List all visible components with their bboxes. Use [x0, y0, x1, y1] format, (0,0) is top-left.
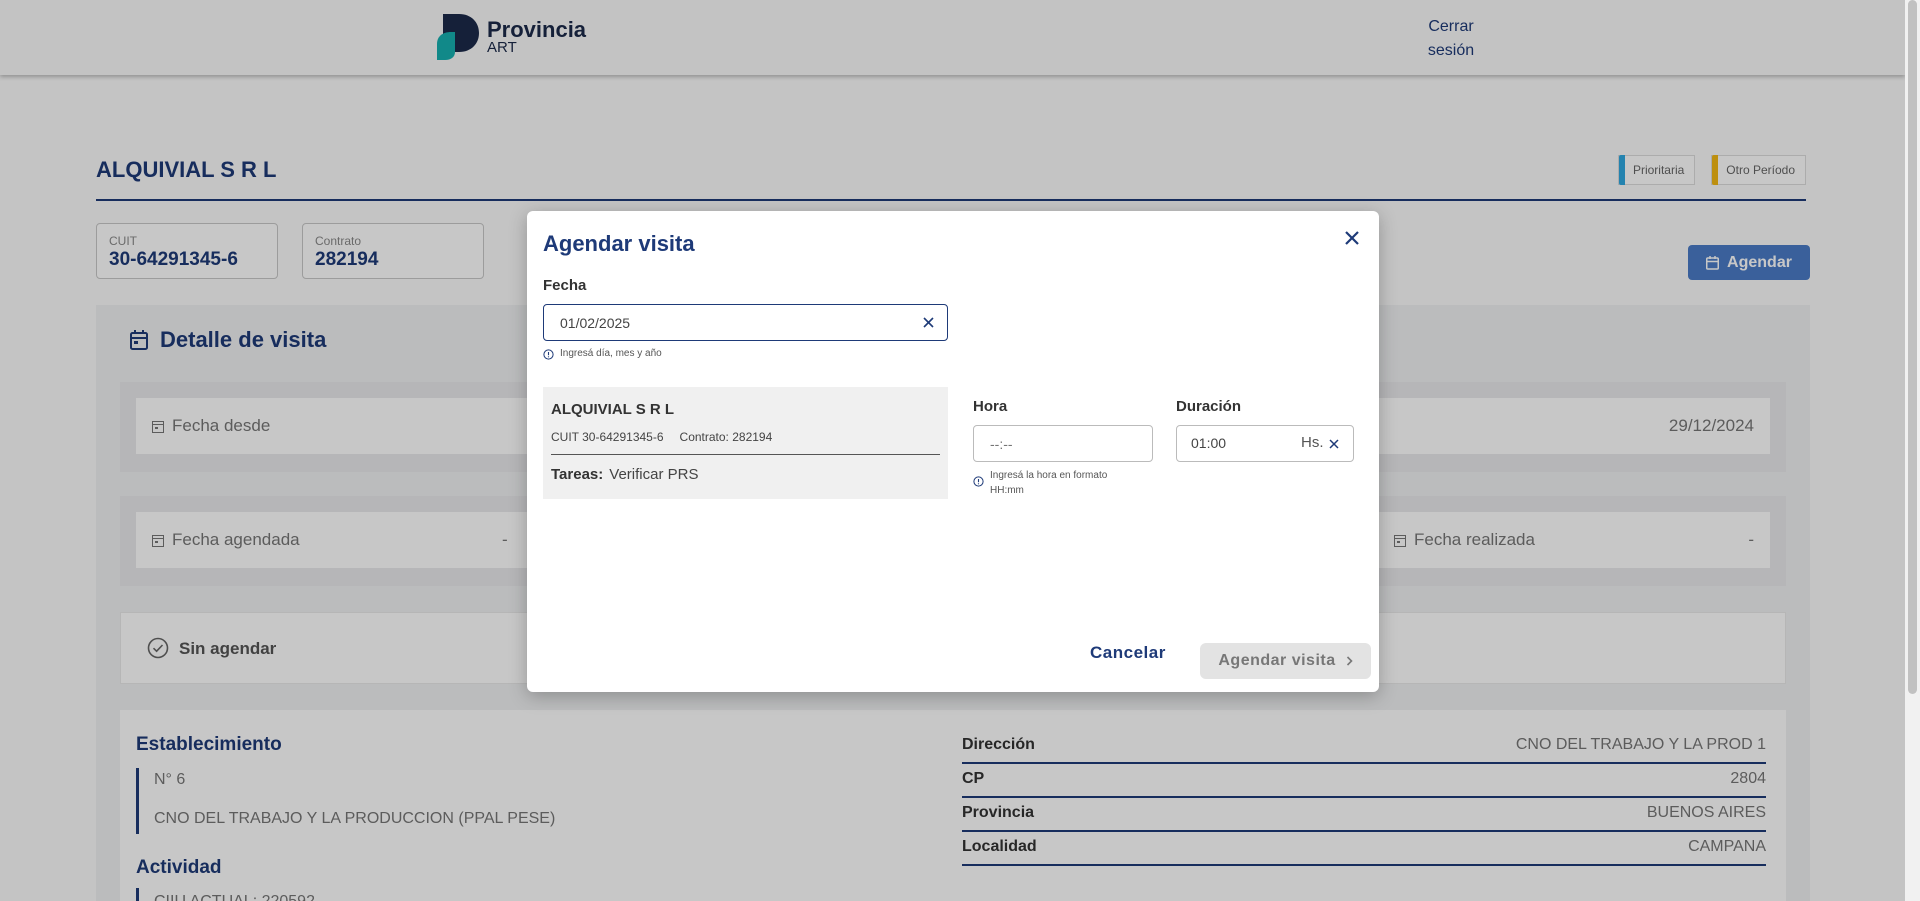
- fecha-hint-text: Ingresá día, mes y año: [560, 348, 662, 359]
- duracion-input[interactable]: 01:00 Hs.: [1176, 425, 1354, 462]
- duracion-value: 01:00: [1191, 435, 1227, 451]
- info-icon: [543, 349, 554, 360]
- card-company-name: ALQUIVIAL S R L: [551, 401, 675, 418]
- page-scrollbar[interactable]: [1905, 0, 1920, 901]
- duracion-unit: Hs.: [1301, 434, 1324, 451]
- close-icon[interactable]: [1341, 227, 1363, 249]
- fecha-hint: Ingresá día, mes y año: [543, 348, 843, 360]
- chevron-right-icon: [1346, 656, 1353, 666]
- info-icon: [973, 476, 984, 487]
- hora-input[interactable]: [973, 425, 1153, 462]
- agendar-visita-button[interactable]: Agendar visita: [1200, 643, 1371, 679]
- agendar-visita-label: Agendar visita: [1218, 652, 1336, 669]
- card-contrato: Contrato: 282194: [679, 430, 773, 444]
- card-tareas-label: Tareas:: [551, 466, 604, 483]
- card-meta: CUIT 30-64291345-6 Contrato: 282194: [551, 430, 772, 444]
- card-divider: [551, 454, 940, 455]
- scrollbar-thumb[interactable]: [1908, 0, 1917, 694]
- fecha-label: Fecha: [543, 277, 587, 294]
- card-tasks: Tareas: Verificar PRS: [551, 466, 698, 483]
- duracion-label: Duración: [1176, 398, 1242, 415]
- hora-hint-text: Ingresá la hora en formato HH:mm: [990, 470, 1108, 496]
- clear-icon[interactable]: [923, 317, 934, 328]
- fecha-input[interactable]: [543, 304, 948, 341]
- card-tareas-value: Verificar PRS: [609, 466, 699, 483]
- hora-hint: Ingresá la hora en formato HH:mm: [973, 468, 1123, 498]
- cancel-button[interactable]: Cancelar: [1090, 643, 1166, 663]
- agendar-visita-dialog: Agendar visita Fecha Ingresá día, mes y …: [527, 211, 1379, 692]
- clear-icon[interactable]: [1329, 439, 1339, 449]
- card-cuit: CUIT 30-64291345-6: [551, 430, 664, 444]
- modal-title: Agendar visita: [543, 231, 695, 256]
- visit-info-card: ALQUIVIAL S R L CUIT 30-64291345-6 Contr…: [543, 387, 948, 499]
- hora-label: Hora: [973, 398, 1008, 415]
